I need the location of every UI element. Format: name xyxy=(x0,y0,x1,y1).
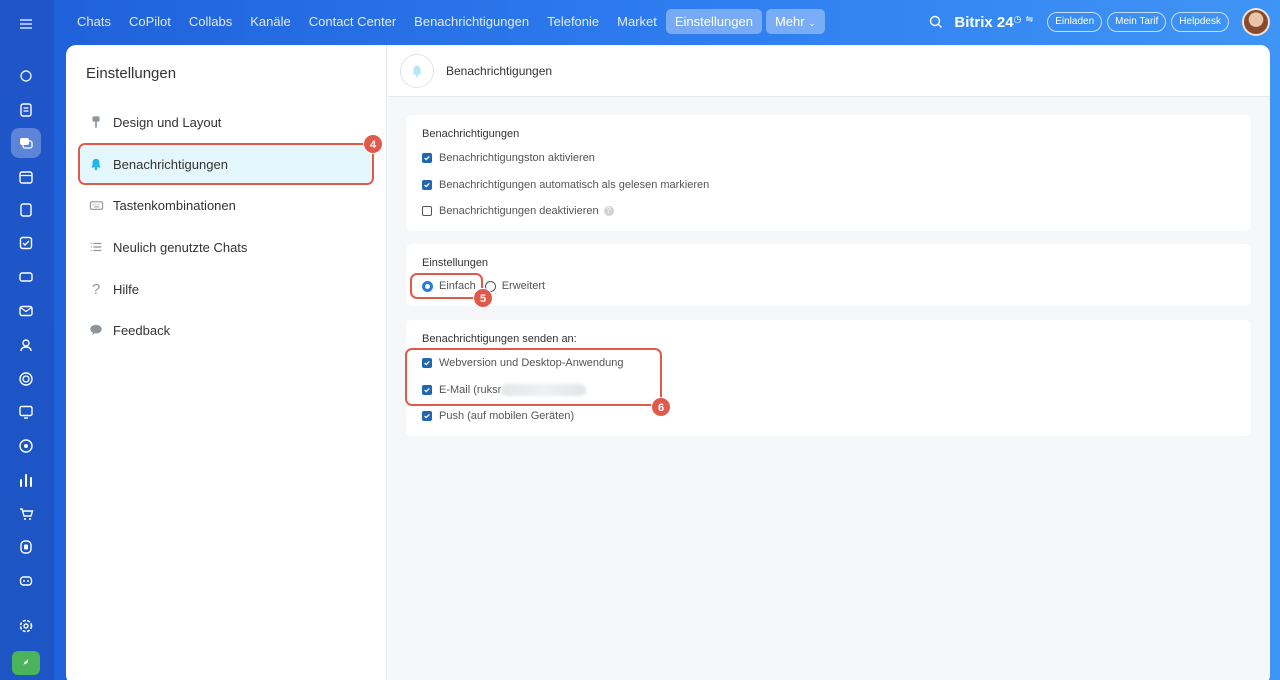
keyboard-icon xyxy=(88,197,104,213)
mode-panel: Einstellungen Einfach Erweitert 5 xyxy=(406,244,1251,308)
highlight-box xyxy=(410,273,483,299)
messenger-icon[interactable] xyxy=(11,128,41,158)
option-label: Push (auf mobilen Geräten) xyxy=(439,410,575,422)
content-header: Benachrichtigungen xyxy=(388,45,1270,97)
chevron-down-icon: ⌄ xyxy=(808,18,816,28)
sidebar-item-label: Design und Layout xyxy=(113,114,222,130)
document-icon[interactable] xyxy=(11,195,41,225)
main-nav: Chats CoPilot Collabs Kanäle Contact Cen… xyxy=(68,9,825,34)
sidebar-item-help[interactable]: ? Hilfe xyxy=(80,270,373,308)
more-label: Mehr xyxy=(774,14,805,29)
nav-item-telefonie[interactable]: Telefonie xyxy=(538,9,608,34)
tasks-list-icon[interactable] xyxy=(11,95,41,125)
sidebar-item-recent-chats[interactable]: Neulich genutzte Chats xyxy=(80,228,373,266)
switch-icon: ⇋ xyxy=(1025,13,1034,24)
panel-title: Einstellungen xyxy=(422,257,489,269)
checkbox-icon[interactable] xyxy=(11,228,41,258)
notifications-panel: Benachrichtigungen Benachrichtigungston … xyxy=(406,115,1251,231)
brush-icon xyxy=(88,114,104,130)
target-icon[interactable] xyxy=(11,431,41,461)
drive-icon[interactable] xyxy=(11,262,41,292)
cart-icon[interactable] xyxy=(11,499,41,529)
help-icon[interactable]: ? xyxy=(603,206,614,216)
option-advanced-label[interactable]: Erweitert xyxy=(502,280,545,292)
bell-icon xyxy=(400,53,434,88)
sidebar-item-label: Tastenkombinationen xyxy=(113,197,236,213)
option-push[interactable]: Push (auf mobilen Geräten) xyxy=(422,410,574,422)
mail-icon[interactable] xyxy=(11,296,41,326)
step-badge: 6 xyxy=(651,397,671,417)
brand-logo[interactable]: Bitrix 24◷ ⇋ xyxy=(954,14,1033,31)
calendar-icon[interactable] xyxy=(11,162,41,192)
menu-icon[interactable] xyxy=(11,9,41,39)
step-badge: 4 xyxy=(363,134,383,154)
search-icon[interactable] xyxy=(928,14,944,30)
sidebar-item-design[interactable]: Design und Layout xyxy=(80,103,373,141)
analytics-icon[interactable] xyxy=(11,465,41,495)
nav-item-contact-center[interactable]: Contact Center xyxy=(300,9,405,34)
checkbox-checked[interactable] xyxy=(422,411,432,421)
nav-item-copilot[interactable]: CoPilot xyxy=(120,9,180,34)
question-icon: ? xyxy=(91,280,101,298)
gear-icon[interactable] xyxy=(11,611,41,641)
nav-item-einstellungen[interactable]: Einstellungen xyxy=(665,9,762,34)
settings-content: Benachrichtigungen Benachrichtigungen Be… xyxy=(388,45,1270,680)
sidebar-item-shortcuts[interactable]: Tastenkombinationen xyxy=(80,186,373,224)
nav-item-chats[interactable]: Chats xyxy=(68,9,120,34)
top-navigation: Chats CoPilot Collabs Kanäle Contact Cen… xyxy=(54,0,1280,44)
sidebar-item-label: Hilfe xyxy=(113,281,140,297)
highlight-box xyxy=(405,348,662,406)
nav-more-button[interactable]: Mehr ⌄ xyxy=(765,9,825,34)
feed-icon[interactable] xyxy=(11,61,41,91)
sidebar-item-label: Neulich genutzte Chats xyxy=(113,239,248,255)
send-to-panel: Benachrichtigungen senden an: Webversion… xyxy=(405,320,1251,436)
contacts-icon[interactable] xyxy=(11,330,41,360)
robot-icon[interactable] xyxy=(11,565,41,595)
settings-sidebar: Einstellungen Design und Layout Benachri… xyxy=(66,45,387,680)
helpdesk-button[interactable]: Helpdesk xyxy=(1171,12,1229,32)
sidebar-item-feedback[interactable]: Feedback xyxy=(80,311,373,349)
option-label: Benachrichtigungston aktivieren xyxy=(439,152,595,164)
page-title: Benachrichtigungen xyxy=(446,63,553,78)
sidebar-item-label: Feedback xyxy=(113,322,171,338)
nav-item-kanaele[interactable]: Kanäle xyxy=(241,9,299,34)
invite-button[interactable]: Einladen xyxy=(1047,12,1103,32)
step-badge: 5 xyxy=(473,288,493,308)
top-right-tools: Bitrix 24◷ ⇋ Einladen Mein Tarif Helpdes… xyxy=(928,8,1270,36)
option-label: Benachrichtigungen deaktivieren xyxy=(439,205,599,217)
option-auto-read[interactable]: Benachrichtigungen automatisch als geles… xyxy=(422,179,709,191)
panel-title: Benachrichtigungen xyxy=(422,128,520,140)
option-sound[interactable]: Benachrichtigungston aktivieren xyxy=(422,152,595,164)
nav-item-benachrichtigungen[interactable]: Benachrichtigungen xyxy=(405,9,538,34)
nav-item-collabs[interactable]: Collabs xyxy=(180,9,241,34)
nav-item-market[interactable]: Market xyxy=(608,9,666,34)
panel-title: Benachrichtigungen senden an: xyxy=(422,333,577,345)
highlight-box xyxy=(78,143,374,185)
left-rail xyxy=(0,0,54,680)
checkbox-checked[interactable] xyxy=(422,153,432,163)
checkbox-unchecked[interactable] xyxy=(422,206,432,216)
option-disable[interactable]: Benachrichtigungen deaktivieren ? xyxy=(422,205,614,217)
rocket-icon[interactable] xyxy=(12,651,40,675)
tariff-button[interactable]: Mein Tarif xyxy=(1107,12,1167,32)
crm-icon[interactable] xyxy=(11,364,41,394)
presentation-icon[interactable] xyxy=(11,397,41,427)
speech-bubble-icon xyxy=(88,322,104,338)
clock-icon: ◷ xyxy=(1013,13,1022,24)
checkbox-checked[interactable] xyxy=(422,180,432,190)
avatar[interactable] xyxy=(1242,8,1270,36)
sites-icon[interactable] xyxy=(11,532,41,562)
brand-name: Bitrix 24 xyxy=(954,13,1014,31)
settings-card: Einstellungen Design und Layout Benachri… xyxy=(66,45,1270,680)
sidebar-title: Einstellungen xyxy=(86,65,177,82)
option-label: Benachrichtigungen automatisch als geles… xyxy=(439,179,710,191)
list-icon xyxy=(88,239,104,255)
